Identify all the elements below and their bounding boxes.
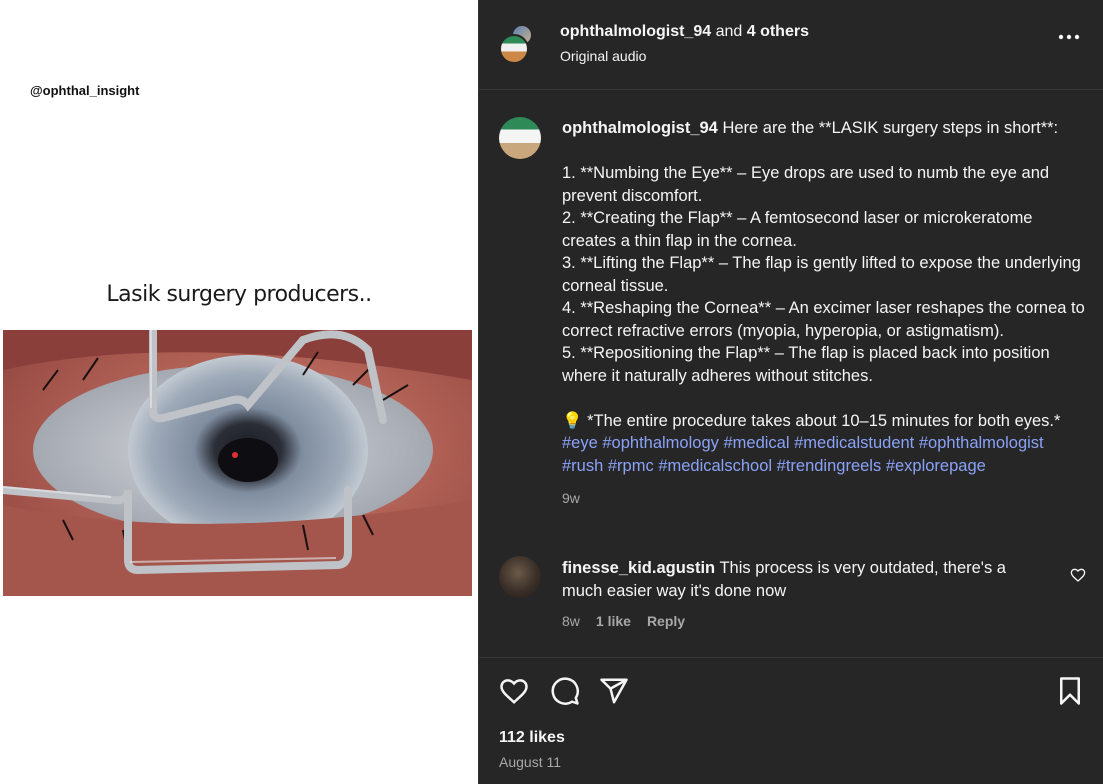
collab-avatars[interactable] (499, 24, 533, 66)
hashtag-link[interactable]: #rush (562, 457, 603, 475)
header-authors: ophthalmologist_94 and 4 others (560, 23, 809, 41)
hashtag-link[interactable]: #explorepage (886, 457, 986, 475)
save-bookmark-icon[interactable] (1055, 676, 1085, 706)
header-username[interactable]: ophthalmologist_94 (560, 23, 711, 40)
comment-username[interactable]: finesse_kid.agustin (562, 559, 715, 577)
comment-meta: 8w 1 like Reply (562, 613, 685, 629)
header-and: and (715, 23, 743, 40)
comments-section[interactable]: ophthalmologist_94 Here are the **LASIK … (479, 91, 1103, 656)
hashtag-link[interactable]: #trendingreels (777, 457, 882, 475)
post-date[interactable]: August 11 (499, 754, 561, 770)
avatar[interactable] (499, 117, 541, 159)
post-header: ophthalmologist_94 and 4 others Original… (479, 0, 1103, 90)
hashtag-link[interactable]: #medical (723, 434, 789, 452)
caption-timestamp[interactable]: 9w (562, 487, 1087, 510)
hashtag-link[interactable]: #rpmc (608, 457, 654, 475)
hashtag-list: #eye #ophthalmology #medical #medicalstu… (562, 432, 1087, 477)
comment-bubble-icon[interactable] (550, 676, 580, 706)
share-send-icon[interactable] (599, 676, 629, 706)
caption-intro: Here are the **LASIK surgery steps in sh… (722, 119, 1059, 137)
hashtag-link[interactable]: #ophthalmology (602, 434, 719, 452)
comment-timestamp[interactable]: 8w (562, 613, 580, 629)
hashtag-link[interactable]: #medicalstudent (794, 434, 914, 452)
comment-likes[interactable]: 1 like (596, 613, 631, 629)
comment-text: finesse_kid.agustin This process is very… (562, 557, 1032, 602)
reel-media[interactable]: @ophthal_insight Lasik surgery producers… (0, 0, 478, 784)
caption-note: 💡 *The entire procedure takes about 10–1… (562, 411, 1061, 430)
post-panel: ophthalmologist_94 and 4 others Original… (478, 0, 1103, 784)
caption-step: 3. **Lifting the Flap** – The flap is ge… (562, 254, 1081, 295)
audio-label[interactable]: Original audio (560, 48, 646, 64)
overlay-caption: Lasik surgery producers.. (106, 282, 372, 307)
likes-count[interactable]: 112 likes (499, 729, 565, 747)
watermark: @ophthal_insight (30, 83, 140, 98)
eye-surgery-image (3, 330, 472, 596)
caption-step: 1. **Numbing the Eye** – Eye drops are u… (562, 164, 1050, 205)
caption-step: 4. **Reshaping the Cornea** – An excimer… (562, 299, 1085, 340)
comment-heart-icon[interactable] (1070, 567, 1086, 583)
hashtag-link[interactable]: #medicalschool (658, 457, 772, 475)
avatar[interactable] (499, 34, 529, 64)
hashtag-link[interactable]: #eye (562, 434, 598, 452)
video-frame[interactable] (3, 330, 472, 596)
post-caption: ophthalmologist_94 Here are the **LASIK … (562, 117, 1087, 510)
avatar[interactable] (499, 556, 541, 598)
caption-step: 2. **Creating the Flap** – A femtosecond… (562, 209, 1033, 250)
caption-step: 5. **Repositioning the Flap** – The flap… (562, 344, 1050, 385)
post-actions: 112 likes August 11 (479, 657, 1103, 784)
reply-button[interactable]: Reply (647, 613, 685, 629)
hashtag-link[interactable]: #ophthalmologist (919, 434, 1044, 452)
caption-username[interactable]: ophthalmologist_94 (562, 119, 718, 137)
more-options-icon[interactable] (1058, 34, 1080, 40)
header-others[interactable]: 4 others (747, 23, 809, 40)
like-heart-icon[interactable] (499, 676, 529, 706)
